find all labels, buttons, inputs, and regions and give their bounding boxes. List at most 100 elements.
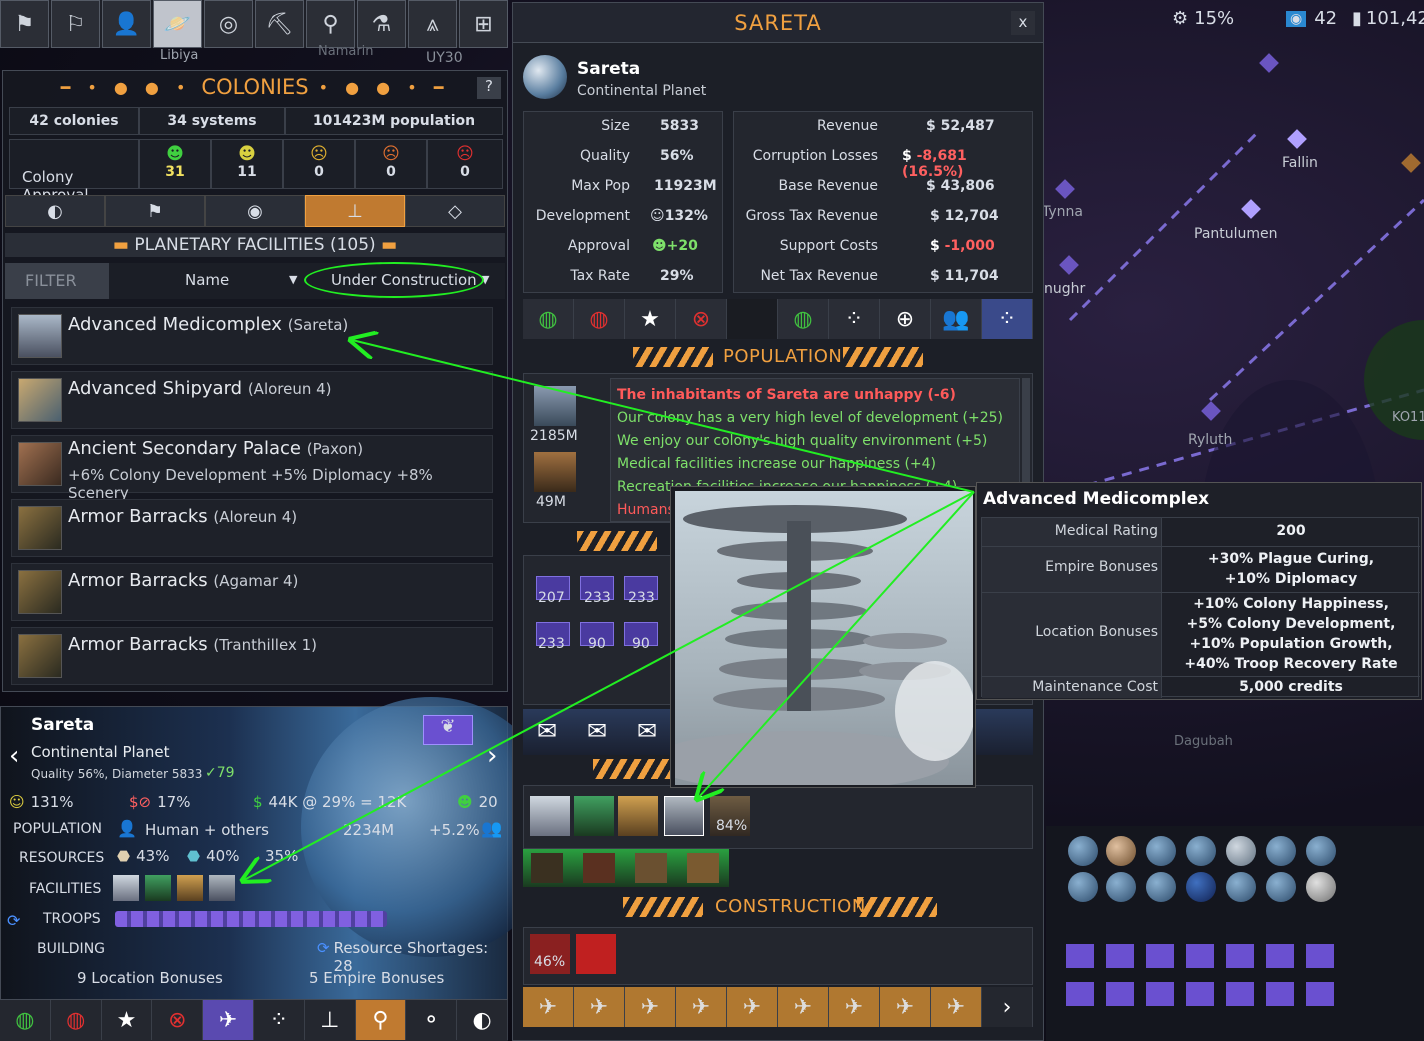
planet-icon[interactable] — [1266, 836, 1296, 866]
tab-planets-icon[interactable]: ◐ — [5, 195, 105, 227]
facility-list-item[interactable]: Armor Barracks (Agamar 4) — [11, 563, 493, 621]
colonies-stat[interactable]: ◉ 42 — [1286, 8, 1337, 29]
approval-content[interactable]: ☹ 0 — [283, 139, 355, 189]
troops-dots-icon[interactable]: ⁘ — [254, 1000, 305, 1040]
planet-icon[interactable] — [1306, 872, 1336, 902]
planet-view-icon[interactable]: ◐ — [457, 1000, 508, 1040]
help-button[interactable]: ? — [477, 77, 501, 99]
facility-small-icon[interactable] — [531, 853, 563, 883]
facility-thumb-icon[interactable] — [145, 875, 171, 901]
facility-thumb-icon[interactable] — [177, 875, 203, 901]
facility-thumb-icon[interactable] — [113, 875, 139, 901]
research-icon[interactable]: ⛏ — [255, 0, 304, 48]
galaxy-map-icon[interactable]: ◎ — [204, 0, 253, 48]
map-label-namarin[interactable]: Namarin — [318, 44, 374, 59]
location-bonuses-count[interactable]: 9 Location Bonuses — [77, 969, 223, 987]
map-label-ryluth[interactable]: Ryluth — [1188, 432, 1232, 448]
military-icon[interactable]: ⩓ — [408, 0, 457, 48]
resource-1[interactable]: ⬣ 43% — [117, 847, 169, 865]
tax-down-icon[interactable]: ◍ — [574, 299, 625, 339]
ship-design-icon[interactable]: ✈ — [625, 987, 676, 1027]
close-button[interactable]: x — [1011, 11, 1035, 35]
facility-small-icon[interactable] — [635, 853, 667, 883]
decrease-tax-icon[interactable]: ◍ — [51, 1000, 102, 1040]
favorite-star-icon[interactable]: ★ — [102, 1000, 153, 1040]
colonies-icon[interactable]: 🪐 — [153, 0, 202, 48]
facility-icon[interactable] — [530, 796, 570, 836]
increase-tax-icon[interactable]: ◍ — [0, 1000, 51, 1040]
race-emblem-icon[interactable]: ❦ — [423, 715, 473, 745]
abandon-icon[interactable]: ⊗ — [676, 299, 727, 339]
build-facility-icon[interactable]: ⊥ — [305, 1000, 356, 1040]
globe-grid-icon[interactable]: ⊕ — [880, 299, 931, 339]
favorite-star-icon[interactable]: ★ — [625, 299, 676, 339]
map-label-dagubah[interactable]: Dagubah — [1174, 734, 1233, 749]
approval-unhappy[interactable]: ☹ 0 — [355, 139, 427, 189]
map-label-tynna[interactable]: Tynna — [1042, 204, 1083, 220]
facility-small-icon[interactable] — [687, 853, 719, 883]
diplomacy-icon[interactable]: ⚐ — [51, 0, 100, 48]
tab-overview-icon[interactable]: ◉ — [205, 195, 305, 227]
planet-icon[interactable] — [1146, 872, 1176, 902]
resource-2[interactable]: ⬣ 40% — [187, 847, 239, 865]
ships-icon[interactable]: ⊞ — [459, 0, 508, 48]
recruit-icon[interactable]: ✉ — [537, 717, 557, 745]
map-label-ko11[interactable]: KO11 — [1392, 410, 1424, 425]
development-stat[interactable]: ☺ 131% — [9, 793, 74, 811]
leaders-icon[interactable]: ⚲ — [306, 0, 355, 48]
alien-portrait-icon[interactable] — [534, 452, 576, 492]
characters-icon[interactable]: 👤 — [102, 0, 151, 48]
facility-icon[interactable] — [618, 796, 658, 836]
tax-stat[interactable]: $44K @ 29% = 12K — [253, 793, 406, 811]
planet-icon[interactable] — [1266, 872, 1296, 902]
facility-list-item[interactable]: Armor Barracks (Aloreun 4) — [11, 499, 493, 557]
ship-design-icon[interactable]: ✈ — [778, 987, 829, 1027]
population-group-icon[interactable]: 👥 — [481, 819, 502, 839]
prev-colony-chevron-icon[interactable]: ‹ — [9, 741, 19, 771]
medicomplex-facility-icon[interactable] — [664, 796, 704, 836]
facility-list-item[interactable]: Advanced Medicomplex (Sareta) — [11, 307, 493, 365]
ship-design-icon[interactable]: ✈ — [574, 987, 625, 1027]
ship-design-icon[interactable]: ✈ — [829, 987, 880, 1027]
resource-3[interactable]: 35% — [265, 847, 298, 865]
planet-icon[interactable] — [1146, 836, 1176, 866]
credits-stat[interactable]: ▮ 101,42 — [1352, 8, 1424, 29]
corruption-stat[interactable]: $⊘ 17% — [129, 793, 190, 811]
sort-select[interactable]: Name — [185, 271, 229, 289]
abandon-colony-icon[interactable]: ⊗ — [152, 1000, 204, 1040]
facility-thumb-icon[interactable] — [209, 875, 235, 901]
approval-stat[interactable]: ☻ 20 — [457, 793, 498, 811]
tab-facilities-icon[interactable]: ⊥ — [305, 195, 405, 227]
policy-icon[interactable]: ◍ — [778, 299, 829, 339]
planet-icon[interactable] — [1068, 872, 1098, 902]
next-page-chevron-icon[interactable]: › — [982, 987, 1033, 1027]
resources-icon[interactable]: ⚬ — [406, 1000, 458, 1040]
ship-design-icon[interactable]: ✈ — [880, 987, 931, 1027]
map-label-uy30[interactable]: UY30 — [426, 50, 463, 66]
sort-dropdown-icon[interactable]: ▼ — [289, 273, 297, 286]
empire-bonuses-count[interactable]: 5 Empire Bonuses — [309, 969, 444, 987]
dots-icon[interactable]: ⁘ — [829, 299, 880, 339]
approval-very-happy[interactable]: ☻ 31 — [139, 139, 211, 189]
planet-icon[interactable] — [1186, 872, 1216, 902]
next-colony-chevron-icon[interactable]: › — [487, 741, 497, 771]
approval-happy[interactable]: ☻ 11 — [211, 139, 283, 189]
ship-design-icon[interactable]: ✈ — [931, 987, 982, 1027]
planet-icon[interactable] — [1226, 872, 1256, 902]
recruit-icon[interactable]: ✉ — [587, 717, 607, 745]
map-label-nughr[interactable]: nughr — [1044, 281, 1085, 297]
troops-dots-icon[interactable]: ⁘ — [982, 299, 1033, 339]
planet-icon[interactable] — [1106, 872, 1136, 902]
ship-design-icon[interactable]: ✈ — [523, 987, 574, 1027]
planet-icon[interactable] — [1186, 836, 1216, 866]
facility-list-item[interactable]: Ancient Secondary Palace (Paxon) +6% Col… — [11, 435, 493, 502]
ship-design-icon[interactable]: ✈ — [676, 987, 727, 1027]
leader-icon[interactable]: ⚲ — [355, 1000, 407, 1040]
corruption-stat[interactable]: ⚙ 15% — [1172, 8, 1234, 29]
tab-resources-icon[interactable]: ◇ — [405, 195, 505, 227]
human-portrait-icon[interactable] — [534, 386, 576, 426]
map-label-pantulumen[interactable]: Pantulumen — [1194, 226, 1278, 242]
fleet-icon[interactable]: ✈ — [203, 1000, 254, 1040]
tab-colonize-icon[interactable]: ⚑ — [105, 195, 205, 227]
facility-list-item[interactable]: Advanced Shipyard (Aloreun 4) — [11, 371, 493, 429]
